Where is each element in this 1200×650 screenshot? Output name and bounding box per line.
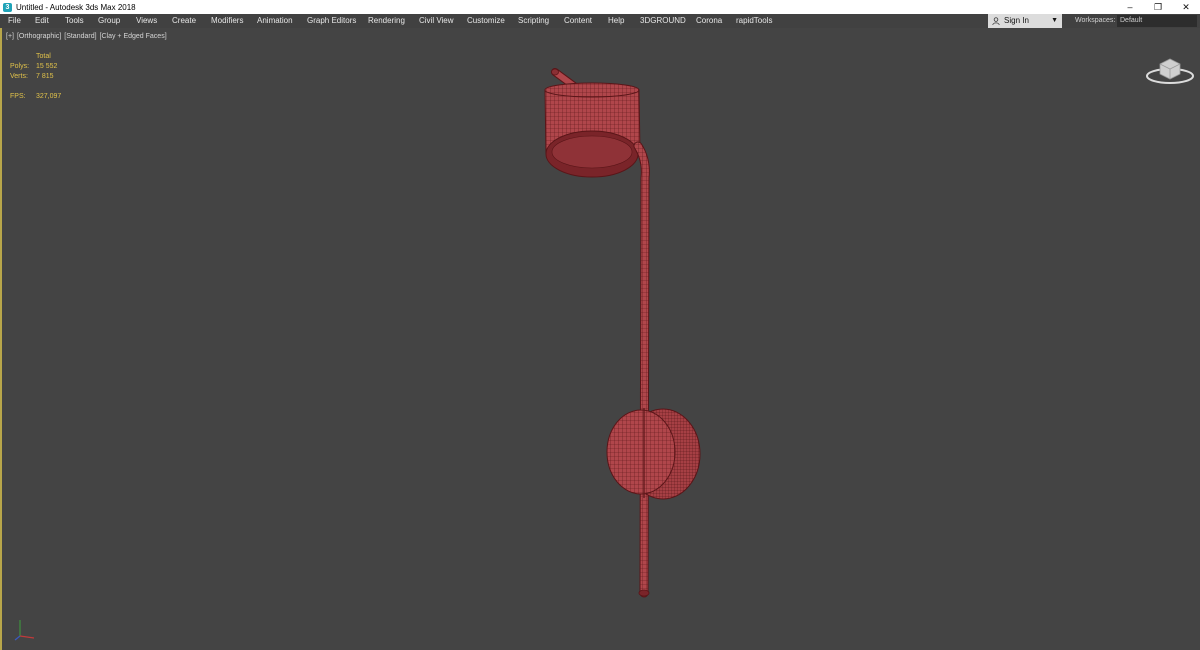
menu-edit[interactable]: Edit — [35, 14, 49, 28]
user-icon — [992, 17, 1000, 25]
menu-scripting[interactable]: Scripting — [518, 14, 549, 28]
menu-modifiers[interactable]: Modifiers — [211, 14, 243, 28]
menu-corona[interactable]: Corona — [696, 14, 722, 28]
restore-button[interactable]: ❐ — [1144, 0, 1172, 14]
lamp-model[interactable] — [2, 28, 1200, 650]
3ds-max-icon[interactable]: 3 — [3, 2, 12, 12]
chevron-down-icon: ▼ — [1051, 17, 1058, 24]
menu-help[interactable]: Help — [608, 14, 624, 28]
menu-civil-view[interactable]: Civil View — [419, 14, 454, 28]
menu-views[interactable]: Views — [136, 14, 157, 28]
close-button[interactable]: ✕ — [1172, 0, 1200, 14]
lamp-shade — [544, 82, 641, 178]
lamp-wall-mount — [606, 408, 701, 500]
menu-content[interactable]: Content — [564, 14, 592, 28]
viewcube-icon[interactable] — [1144, 50, 1196, 86]
window-title: Untitled - Autodesk 3ds Max 2018 — [16, 2, 136, 12]
menu-file[interactable]: File — [8, 14, 21, 28]
menu-graph-editors[interactable]: Graph Editors — [307, 14, 356, 28]
minimize-button[interactable]: – — [1116, 0, 1144, 14]
title-bar: 3 Untitled - Autodesk 3ds Max 2018 – ❐ ✕ — [0, 0, 1200, 14]
menu-group[interactable]: Group — [98, 14, 120, 28]
menu-animation[interactable]: Animation — [257, 14, 293, 28]
perspective-viewport[interactable]: [+] [Orthographic] [Standard] [Clay + Ed… — [0, 28, 1200, 650]
menu-rapidtools[interactable]: rapidTools — [736, 14, 772, 28]
menu-rendering[interactable]: Rendering — [368, 14, 405, 28]
menu-tools[interactable]: Tools — [65, 14, 84, 28]
axis-tripod-icon — [14, 620, 35, 641]
workspaces-label: Workspaces: — [1075, 17, 1116, 24]
lamp-stem — [633, 141, 650, 598]
workspaces-select[interactable]: Default — [1117, 15, 1197, 27]
sign-in-dropdown[interactable]: Sign In ▼ — [988, 14, 1062, 28]
menu-3dground[interactable]: 3DGROUND — [640, 14, 686, 28]
sign-in-label: Sign In — [1004, 16, 1029, 25]
menu-create[interactable]: Create — [172, 14, 196, 28]
menu-customize[interactable]: Customize — [467, 14, 505, 28]
